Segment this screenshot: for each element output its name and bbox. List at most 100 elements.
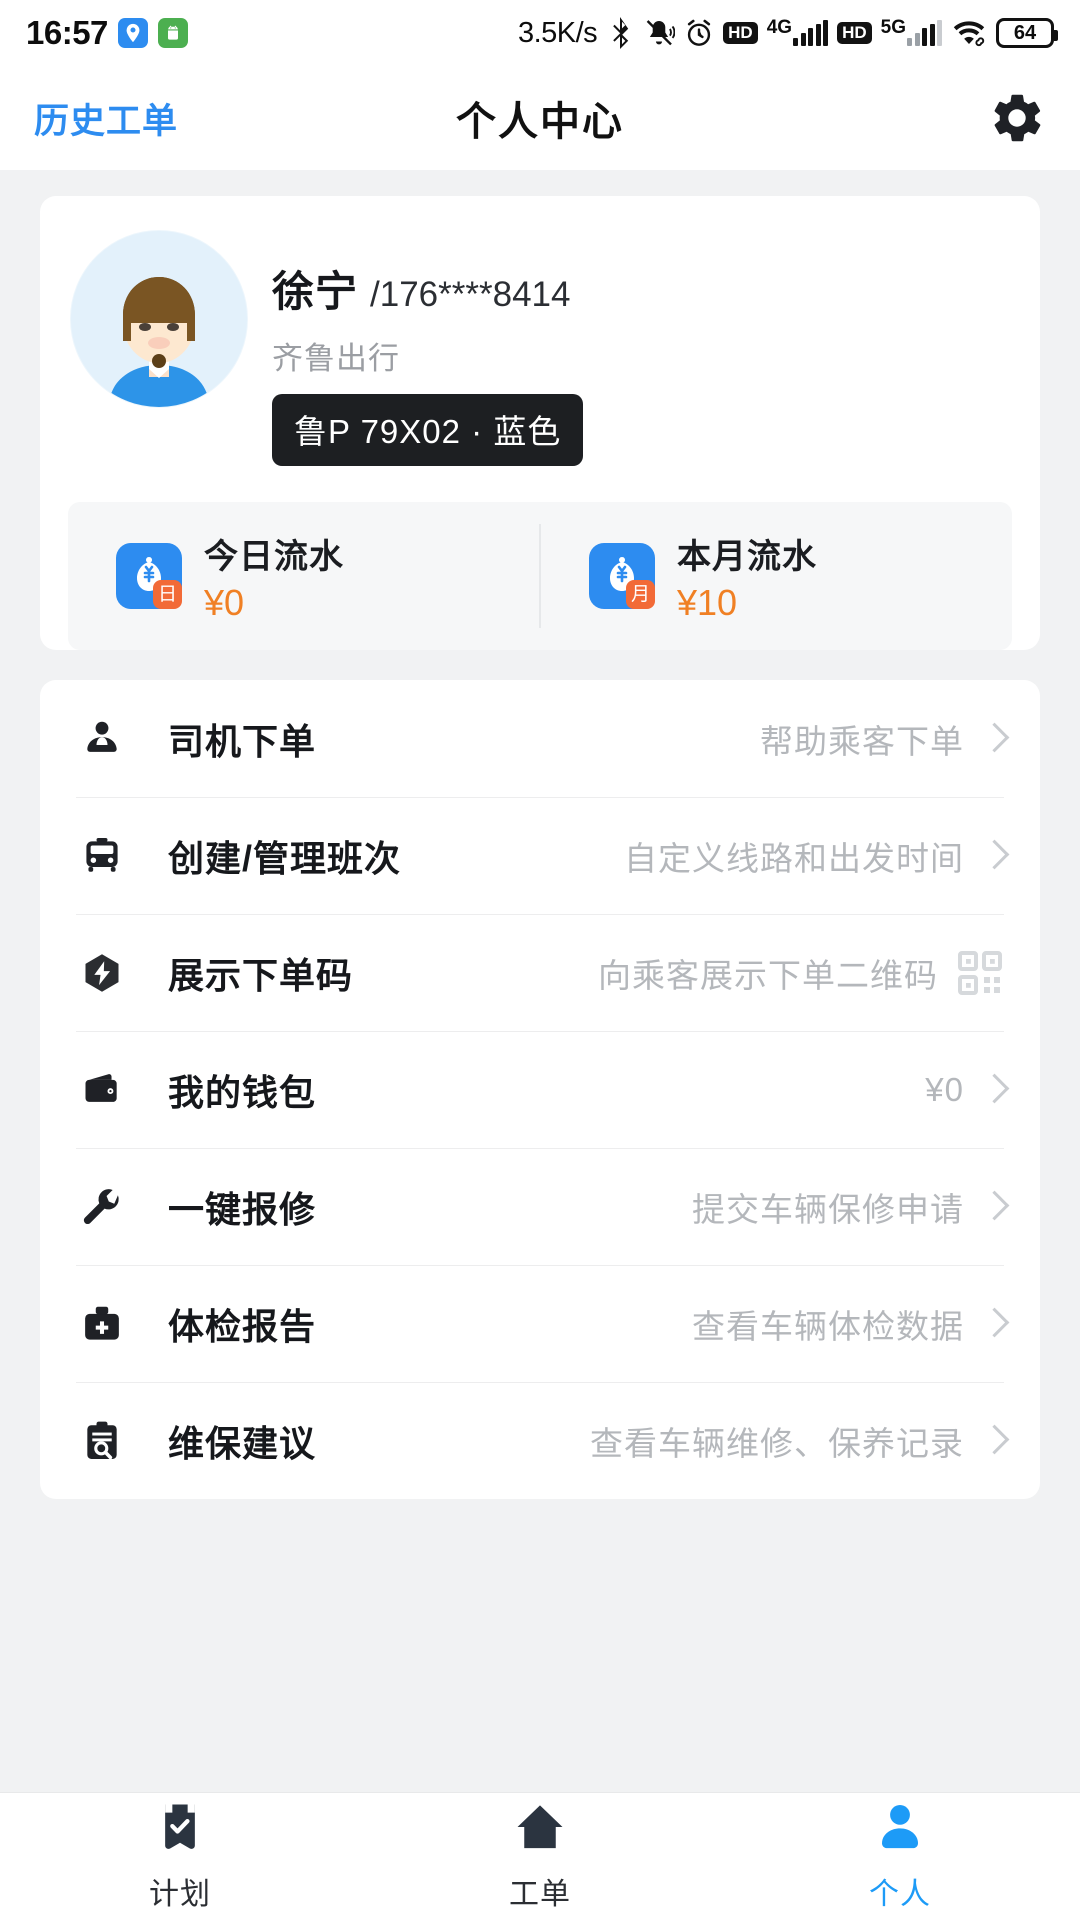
hd-badge-1: HD bbox=[723, 22, 758, 44]
generation-label-5g: 5G bbox=[880, 17, 906, 38]
wifi-icon bbox=[951, 18, 987, 48]
menu-right: 查看车辆维修、保养记录 bbox=[590, 1417, 1004, 1465]
menu-subtitle: 查看车辆维修、保养记录 bbox=[590, 1424, 964, 1462]
menu-subtitle: 自定义线路和出发时间 bbox=[624, 839, 964, 877]
revenue-label-today: 今日流水 bbox=[204, 537, 344, 576]
menu-item-maintenance-advice[interactable]: 维保建议 查看车辆维修、保养记录 bbox=[76, 1382, 1004, 1499]
menu-item-manage-shifts[interactable]: 创建/管理班次 自定义线路和出发时间 bbox=[76, 797, 1004, 914]
menu-right: 自定义线路和出发时间 bbox=[624, 832, 1004, 880]
chevron-right-icon bbox=[982, 1305, 1004, 1343]
alarm-icon bbox=[684, 18, 714, 48]
menu-label: 我的钱包 bbox=[168, 1071, 317, 1113]
menu-label: 一键报修 bbox=[168, 1188, 317, 1230]
signal-5g-group: 5G bbox=[880, 17, 942, 46]
tab-plan[interactable]: 计划 bbox=[0, 1793, 360, 1920]
medical-kit-icon bbox=[76, 1302, 128, 1346]
profile-card: 徐宁 /176****8414 齐鲁出行 鲁P 79X02 · 蓝色 日 今日流… bbox=[40, 196, 1040, 650]
menu-label: 创建/管理班次 bbox=[168, 837, 402, 879]
money-bag-icon: 日 bbox=[116, 543, 182, 609]
status-bar-left: 16:57 bbox=[26, 14, 188, 52]
home-icon bbox=[513, 1800, 567, 1859]
status-time: 16:57 bbox=[26, 14, 108, 51]
chevron-right-icon bbox=[982, 837, 1004, 875]
gear-icon[interactable] bbox=[988, 89, 1046, 147]
network-speed: 3.5K/s bbox=[517, 16, 598, 49]
menu-label: 体检报告 bbox=[168, 1305, 317, 1347]
chevron-right-icon bbox=[982, 1071, 1004, 1109]
generation-label-4g: 4G bbox=[766, 17, 793, 38]
menu-subtitle: 向乘客展示下单二维码 bbox=[598, 956, 938, 994]
menu-subtitle: 查看车辆体检数据 bbox=[692, 1307, 964, 1345]
menu-label: 展示下单码 bbox=[168, 954, 354, 996]
profile-info: 徐宁 /176****8414 齐鲁出行 鲁P 79X02 · 蓝色 bbox=[248, 230, 1010, 466]
menu-subtitle: 帮助乘客下单 bbox=[760, 722, 964, 760]
revenue-value-month: ¥10 bbox=[677, 581, 738, 623]
menu-item-driver-order[interactable]: 司机下单 帮助乘客下单 bbox=[76, 680, 1004, 797]
revenue-summary: 日 今日流水 ¥0 月 本月流水 ¥10 bbox=[68, 502, 1012, 650]
menu-right: ¥0 bbox=[925, 1071, 1004, 1109]
wallet-balance: ¥0 bbox=[925, 1070, 964, 1108]
clipboard-search-icon bbox=[76, 1419, 128, 1463]
mute-vibrate-icon bbox=[643, 17, 676, 49]
chevron-right-icon bbox=[982, 1422, 1004, 1460]
signal-bars-1 bbox=[793, 20, 829, 46]
license-plate-badge: 鲁P 79X02 · 蓝色 bbox=[272, 394, 584, 466]
signal-4g-group: 4G bbox=[766, 17, 829, 46]
battery-indicator: 64 bbox=[996, 18, 1058, 48]
user-phone: /176****8414 bbox=[370, 275, 571, 314]
bluetooth-icon bbox=[608, 16, 634, 50]
chevron-right-icon bbox=[982, 720, 1004, 758]
lightning-hex-icon bbox=[76, 951, 128, 995]
revenue-item-month[interactable]: 月 本月流水 ¥10 bbox=[541, 502, 1012, 650]
status-bar-right: 3.5K/s HD 4G HD 5G 64 bbox=[517, 16, 1058, 50]
menu-item-show-order-code[interactable]: 展示下单码 向乘客展示下单二维码 bbox=[76, 914, 1004, 1031]
wallet-icon bbox=[76, 1068, 128, 1112]
menu-right: 提交车辆保修申请 bbox=[692, 1183, 1004, 1231]
menu-subtitle: 提交车辆保修申请 bbox=[692, 1190, 964, 1228]
tab-profile[interactable]: 个人 bbox=[720, 1793, 1080, 1920]
tab-label: 计划 bbox=[149, 1878, 211, 1911]
tab-work-orders[interactable]: 工单 bbox=[360, 1793, 720, 1920]
revenue-badge-today: 日 bbox=[158, 584, 177, 605]
profile-section: 徐宁 /176****8414 齐鲁出行 鲁P 79X02 · 蓝色 bbox=[40, 196, 1040, 466]
menu-item-one-click-repair[interactable]: 一键报修 提交车辆保修申请 bbox=[76, 1148, 1004, 1265]
money-bag-icon: 月 bbox=[589, 543, 655, 609]
wrench-icon bbox=[76, 1185, 128, 1229]
chevron-right-icon bbox=[982, 1188, 1004, 1226]
app-header: 历史工单 个人中心 bbox=[0, 66, 1080, 170]
menu-label: 维保建议 bbox=[168, 1422, 317, 1464]
menu-right: 向乘客展示下单二维码 bbox=[598, 949, 1004, 997]
profile-name-row: 徐宁 /176****8414 bbox=[272, 258, 1010, 319]
history-orders-link[interactable]: 历史工单 bbox=[34, 93, 178, 144]
menu-card: 司机下单 帮助乘客下单 创建/管理班次 自定义线路和出发时间 展示下单码 向乘客… bbox=[40, 680, 1040, 1499]
bus-icon bbox=[76, 834, 128, 878]
menu-right: 帮助乘客下单 bbox=[760, 715, 1004, 763]
checklist-icon bbox=[153, 1800, 207, 1859]
status-bar: 16:57 3.5K/s HD 4G HD 5G 64 bbox=[0, 0, 1080, 66]
revenue-item-today[interactable]: 日 今日流水 ¥0 bbox=[68, 502, 539, 650]
page-content: 徐宁 /176****8414 齐鲁出行 鲁P 79X02 · 蓝色 日 今日流… bbox=[0, 170, 1080, 1792]
qr-code-icon[interactable] bbox=[956, 949, 1004, 997]
bottom-tab-bar: 计划 工单 个人 bbox=[0, 1792, 1080, 1920]
revenue-label-month: 本月流水 bbox=[677, 537, 817, 576]
revenue-texts-today: 今日流水 ¥0 bbox=[204, 529, 344, 624]
tab-label: 个人 bbox=[869, 1878, 931, 1911]
hd-badge-2: HD bbox=[837, 22, 872, 44]
android-app-icon bbox=[157, 18, 188, 48]
battery-level: 64 bbox=[1013, 21, 1037, 44]
menu-item-inspection-report[interactable]: 体检报告 查看车辆体检数据 bbox=[76, 1265, 1004, 1382]
location-icon bbox=[117, 18, 148, 48]
signal-bars-2 bbox=[907, 20, 942, 46]
company-name: 齐鲁出行 bbox=[272, 341, 400, 376]
menu-right: 查看车辆体检数据 bbox=[692, 1300, 1004, 1348]
revenue-texts-month: 本月流水 ¥10 bbox=[677, 529, 817, 624]
user-name: 徐宁 bbox=[272, 268, 359, 315]
avatar[interactable] bbox=[70, 230, 248, 408]
person-icon bbox=[873, 1800, 927, 1859]
menu-item-my-wallet[interactable]: 我的钱包 ¥0 bbox=[76, 1031, 1004, 1148]
revenue-value-today: ¥0 bbox=[204, 581, 245, 623]
revenue-badge-month: 月 bbox=[631, 584, 650, 605]
tab-label: 工单 bbox=[509, 1878, 571, 1911]
menu-label: 司机下单 bbox=[168, 720, 317, 762]
driver-person-icon bbox=[76, 717, 128, 761]
